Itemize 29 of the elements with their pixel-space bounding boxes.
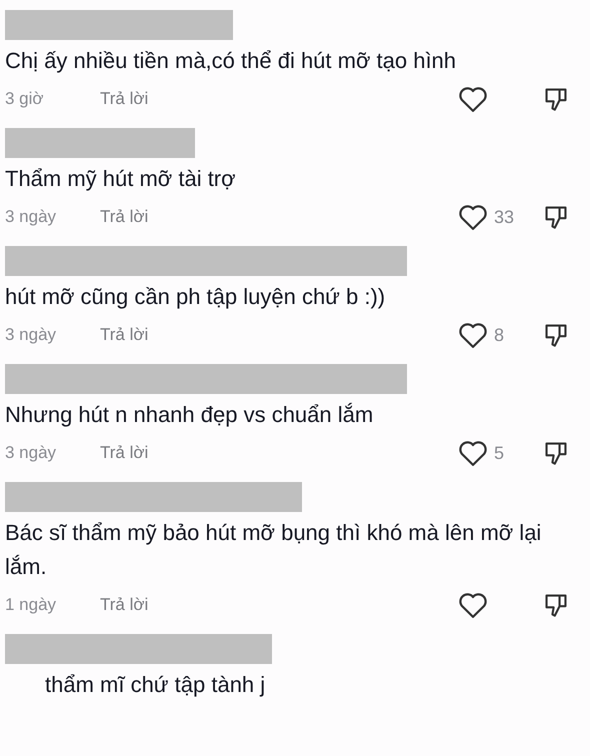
comment-text: Bác sĩ thẩm mỹ bảo hút mỡ bụng thì khó mà lên mỡ lại lắm. xyxy=(5,519,542,581)
heart-icon[interactable] xyxy=(458,85,488,113)
thumbs-down-icon[interactable] xyxy=(544,440,568,466)
reply-link[interactable]: Trả lời xyxy=(100,592,148,618)
comment-text: Nhưng hút n nhanh đẹp vs chuẩn lắm xyxy=(5,401,374,429)
heart-icon[interactable] xyxy=(458,321,488,349)
comment-text: Chị ấy nhiều tiền mà,có thể đi hút mỡ tạo hình xyxy=(5,47,458,75)
heart-icon[interactable] xyxy=(458,591,488,619)
thumbs-down-icon[interactable] xyxy=(544,592,568,618)
reply-link[interactable]: Trả lời xyxy=(100,440,148,466)
thumbs-down-icon[interactable] xyxy=(544,204,568,230)
heart-icon[interactable] xyxy=(458,439,488,467)
comment-text: hút mỡ cũng cần ph tập luyện chứ b :)) xyxy=(5,283,386,311)
comment-text: Thẩm mỹ hút mỡ tài trợ xyxy=(5,165,237,193)
reply-link[interactable]: Trả lời xyxy=(100,86,148,112)
comment-time: 3 ngày xyxy=(5,206,58,228)
reply-link[interactable]: Trả lời xyxy=(100,204,148,230)
comment-text: thẩm mĩ chứ tập tành j xyxy=(44,671,266,699)
like-count: 8 xyxy=(494,324,504,346)
reply-link[interactable]: Trả lời xyxy=(100,322,148,348)
thumbs-down-icon[interactable] xyxy=(544,86,568,112)
thumbs-down-icon[interactable] xyxy=(544,322,568,348)
like-count: 33 xyxy=(494,206,514,228)
comment-time: 3 ngày xyxy=(5,324,58,346)
heart-icon[interactable] xyxy=(458,203,488,231)
like-count: 5 xyxy=(494,442,504,464)
comment-time: 1 ngày xyxy=(5,594,58,616)
comment-time: 3 giờ xyxy=(5,88,45,110)
comment-time: 3 ngày xyxy=(5,442,58,464)
